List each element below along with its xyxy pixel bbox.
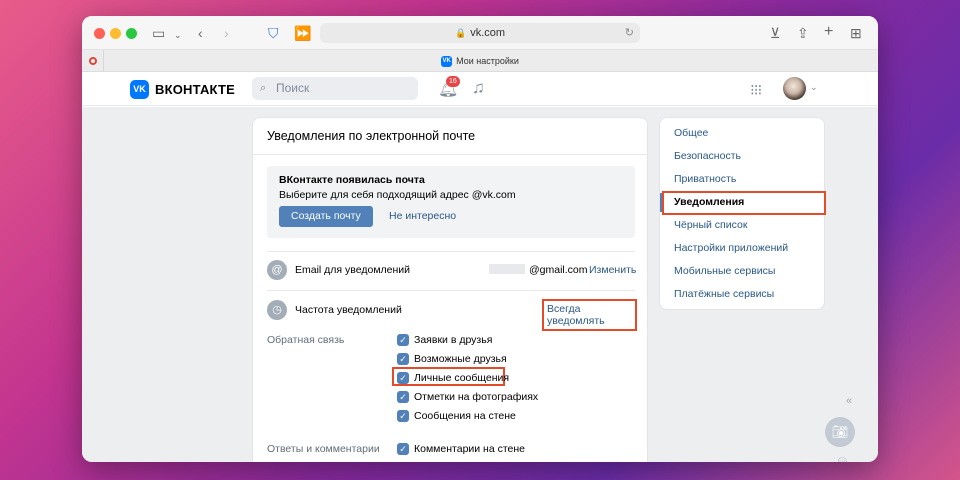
pinned-tab-icon — [88, 57, 97, 65]
chat-icon[interactable]: 💬︎ — [836, 457, 849, 462]
menu-item-mobile-services[interactable]: Мобильные сервисы — [660, 260, 824, 283]
tab-title: Мои настройки — [456, 56, 519, 66]
highlight-box — [662, 191, 826, 215]
checkmark-icon: ✓ — [397, 372, 409, 384]
frequency-row: ◷ Частота уведомлений Всегда уведомлять — [267, 299, 637, 331]
maximize-window-button[interactable] — [126, 28, 137, 39]
download-icon[interactable]: ⊻ — [770, 24, 780, 42]
divider — [267, 290, 635, 291]
back-icon[interactable]: ‹ — [198, 24, 203, 42]
at-sign-icon: @ — [267, 260, 287, 280]
promo-subtitle: Выберите для себя подходящий адрес @vk.c… — [279, 189, 516, 201]
separator: · — [581, 264, 585, 276]
feedback-section-label: Обратная связь — [267, 334, 345, 346]
checkbox-label: Возможные друзья — [414, 353, 507, 365]
change-email-link[interactable]: Изменить — [589, 264, 636, 276]
active-tab[interactable]: VK Мои настройки — [82, 50, 878, 72]
checkbox-label: Личные сообщения — [414, 372, 510, 384]
music-icon[interactable]: ♫ — [472, 78, 485, 98]
email-value: @gmail.com — [529, 264, 588, 276]
reload-icon[interactable]: ↻ — [625, 23, 634, 43]
chevron-down-icon[interactable]: ⌄ — [810, 82, 818, 93]
tab-bar: VK Мои настройки — [82, 50, 878, 72]
menu-item-security[interactable]: Безопасность — [660, 145, 824, 168]
email-label: Email для уведомлений — [295, 264, 411, 276]
url-text: vk.com — [470, 27, 506, 39]
collapse-icon[interactable]: « — [846, 395, 852, 407]
clock-icon: ◷ — [267, 300, 287, 320]
forward-icon[interactable]: › — [224, 24, 229, 42]
replies-section-label: Ответы и комментарии — [267, 443, 380, 455]
minimize-window-button[interactable] — [110, 28, 121, 39]
menu-item-label: Безопасность — [674, 150, 741, 162]
not-interested-link[interactable]: Не интересно — [389, 206, 456, 227]
menu-item-general[interactable]: Общее — [660, 122, 824, 145]
fast-forward-icon[interactable]: ⏩ — [294, 24, 311, 42]
browser-toolbar: ▭ ⌄ ‹ › ⛉ ⏩ 🔒 vk.com ↻ ⊻ ⇪ + ⊞ — [82, 16, 878, 50]
menu-item-label: Мобильные сервисы — [674, 265, 776, 277]
frequency-dropdown[interactable]: Всегда уведомлять — [542, 299, 637, 331]
close-window-button[interactable] — [94, 28, 105, 39]
vk-logo-text: ВКОНТАКТЕ — [155, 82, 236, 97]
new-tab-icon[interactable]: + — [824, 23, 833, 41]
divider — [267, 251, 635, 252]
checkmark-icon: ✓ — [397, 410, 409, 422]
vk-logo-icon: VK — [130, 80, 149, 99]
menu-item-blacklist[interactable]: Чёрный список — [660, 214, 824, 237]
menu-item-label: Приватность — [674, 173, 737, 185]
checkbox-label: Сообщения на стене — [414, 410, 516, 422]
search-placeholder: Поиск — [276, 81, 310, 95]
menu-item-label: Общее — [674, 127, 709, 139]
settings-menu: Общее Безопасность Приватность Уведомлен… — [659, 117, 826, 310]
search-icon: ⌕ — [260, 82, 267, 94]
apps-grid-icon[interactable]: ⁝⁝⁝ — [750, 81, 762, 99]
shield-icon[interactable]: ⛉ — [268, 24, 279, 42]
checkmark-icon: ✓ — [397, 391, 409, 403]
vk-favicon-icon: VK — [441, 56, 453, 68]
promo-title: ВКонтакте появилась почта — [279, 174, 425, 186]
checkmark-icon: ✓ — [397, 443, 409, 455]
address-bar[interactable]: 🔒 vk.com ↻ — [320, 23, 640, 43]
menu-item-notifications[interactable]: Уведомления — [660, 191, 826, 215]
menu-item-payment-services[interactable]: Платёжные сервисы — [660, 283, 824, 306]
vk-header: VK ВКОНТАКТЕ ⌕ Поиск 🔔︎ 16 ♫ ⁝⁝⁝ ⌄ — [82, 72, 878, 106]
tab-overview-icon[interactable]: ⊞ — [850, 24, 862, 42]
pinned-tab[interactable] — [82, 50, 104, 72]
create-mail-button[interactable]: Создать почту — [279, 206, 373, 227]
search-input[interactable]: ⌕ Поиск — [252, 77, 418, 100]
checkbox-label: Комментарии на стене — [414, 443, 526, 455]
frequency-label: Частота уведомлений — [295, 304, 402, 316]
menu-item-label: Чёрный список — [674, 219, 748, 231]
lock-icon: 🔒 — [454, 28, 467, 38]
menu-item-app-settings[interactable]: Настройки приложений — [660, 237, 824, 260]
avatar[interactable] — [783, 77, 806, 100]
browser-window: ▭ ⌄ ‹ › ⛉ ⏩ 🔒 vk.com ↻ ⊻ ⇪ + ⊞ VK Мои наст… — [82, 16, 878, 462]
email-row: @ Email для уведомлений @gmail.com · Изм… — [267, 260, 637, 284]
mail-promo: ВКонтакте появилась почта Выберите для с… — [267, 166, 635, 238]
notifications-badge: 16 — [446, 76, 460, 87]
chevron-down-icon[interactable]: ⌄ — [174, 26, 182, 44]
page-content: Уведомления по электронной почте ВКонтак… — [82, 107, 878, 462]
menu-item-label: Настройки приложений — [674, 242, 789, 254]
menu-item-label: Платёжные сервисы — [674, 288, 775, 300]
notifications-panel: Уведомления по электронной почте ВКонтак… — [252, 117, 648, 462]
checkbox-label: Отметки на фотографиях — [414, 391, 539, 403]
page-title: Уведомления по электронной почте — [253, 118, 647, 155]
camera-icon[interactable]: 📷︎ — [825, 417, 855, 447]
checkmark-icon: ✓ — [397, 334, 409, 346]
vk-logo[interactable]: VK ВКОНТАКТЕ — [130, 80, 235, 99]
menu-item-privacy[interactable]: Приватность — [660, 168, 824, 191]
share-icon[interactable]: ⇪ — [797, 24, 809, 42]
sidebar-toggle-icon[interactable]: ▭ — [152, 24, 165, 42]
checkbox-label: Заявки в друзья — [414, 334, 493, 346]
checkmark-icon: ✓ — [397, 353, 409, 365]
masked-email-prefix — [489, 264, 525, 274]
